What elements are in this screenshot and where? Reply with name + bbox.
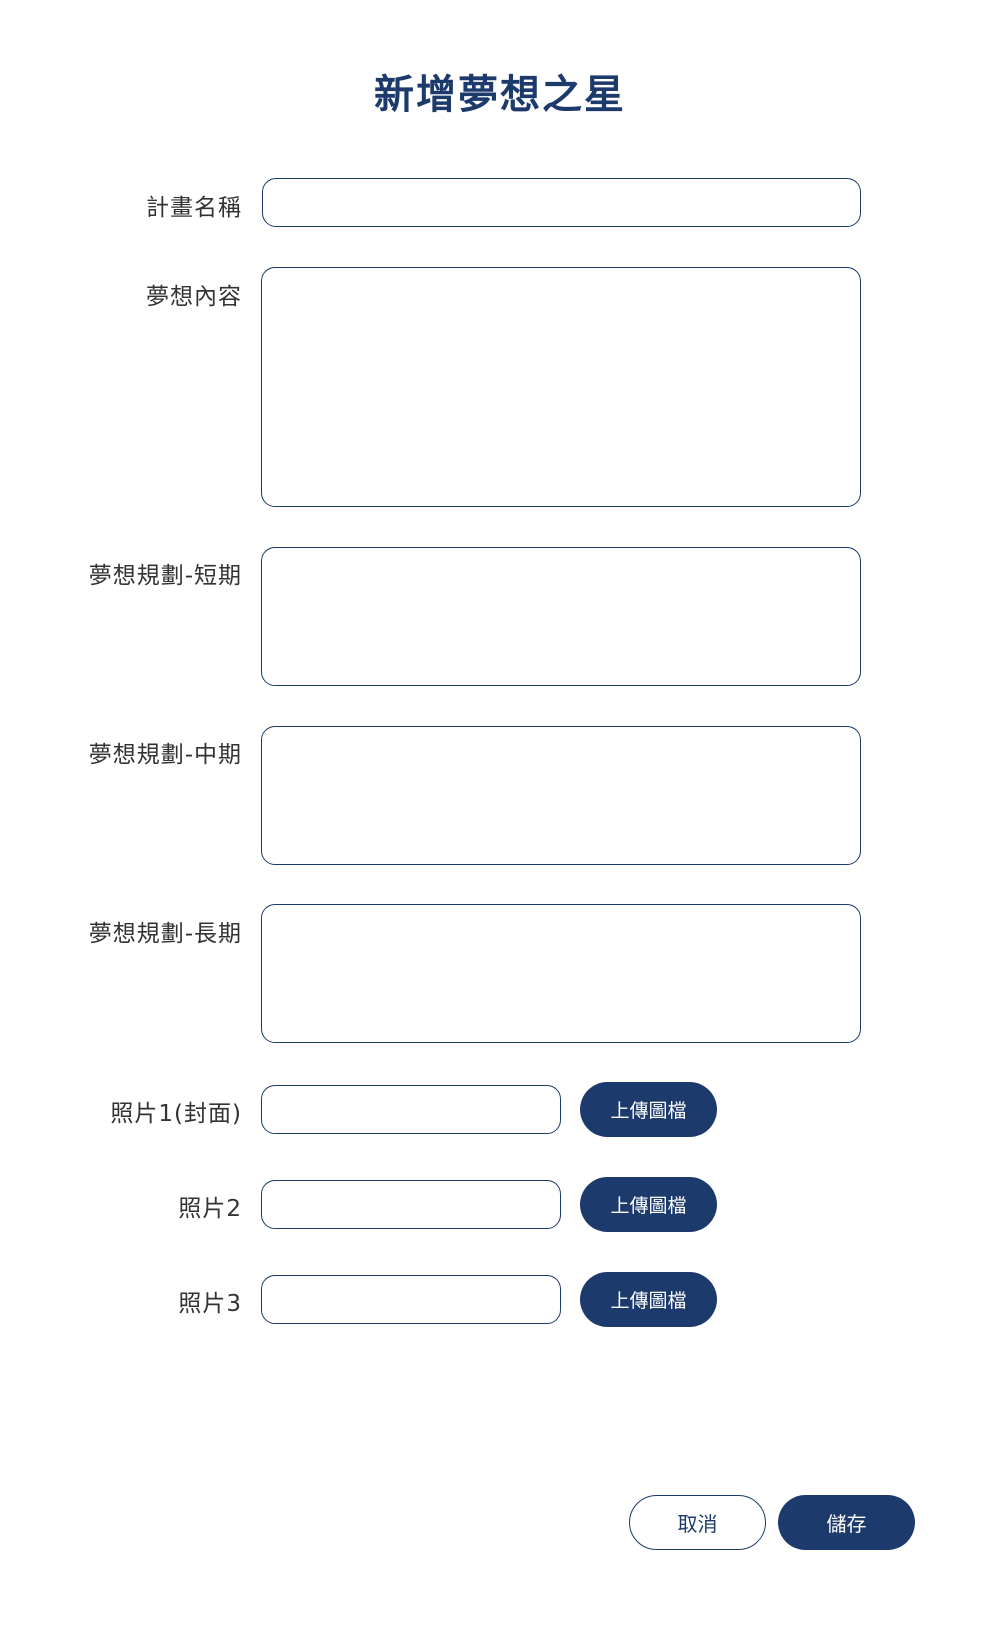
photo-2-upload-button[interactable]: 上傳圖檔	[580, 1177, 717, 1232]
mid-term-plan-label: 夢想規劃-中期	[88, 742, 242, 768]
page-title: 新增夢想之星	[374, 72, 626, 118]
dream-content-textarea[interactable]	[261, 267, 861, 507]
photo-3-upload-button[interactable]: 上傳圖檔	[580, 1272, 717, 1327]
photo-2-input[interactable]	[261, 1180, 561, 1229]
long-term-plan-label: 夢想規劃-長期	[88, 921, 242, 947]
photo-1-upload-button[interactable]: 上傳圖檔	[580, 1082, 717, 1137]
short-term-plan-textarea[interactable]	[261, 547, 861, 686]
long-term-plan-textarea[interactable]	[261, 904, 861, 1043]
photo-3-input[interactable]	[261, 1275, 561, 1324]
project-name-input[interactable]	[262, 178, 861, 227]
mid-term-plan-textarea[interactable]	[261, 726, 861, 865]
cancel-button[interactable]: 取消	[629, 1495, 766, 1550]
save-button[interactable]: 儲存	[778, 1495, 915, 1550]
photo-3-label: 照片3	[178, 1291, 242, 1317]
short-term-plan-label: 夢想規劃-短期	[88, 563, 242, 589]
photo-2-label: 照片2	[178, 1196, 242, 1222]
project-name-label: 計畫名稱	[146, 195, 242, 221]
photo-1-input[interactable]	[261, 1085, 561, 1134]
photo-1-label: 照片1(封面)	[110, 1101, 242, 1127]
dream-content-label: 夢想內容	[146, 284, 242, 310]
